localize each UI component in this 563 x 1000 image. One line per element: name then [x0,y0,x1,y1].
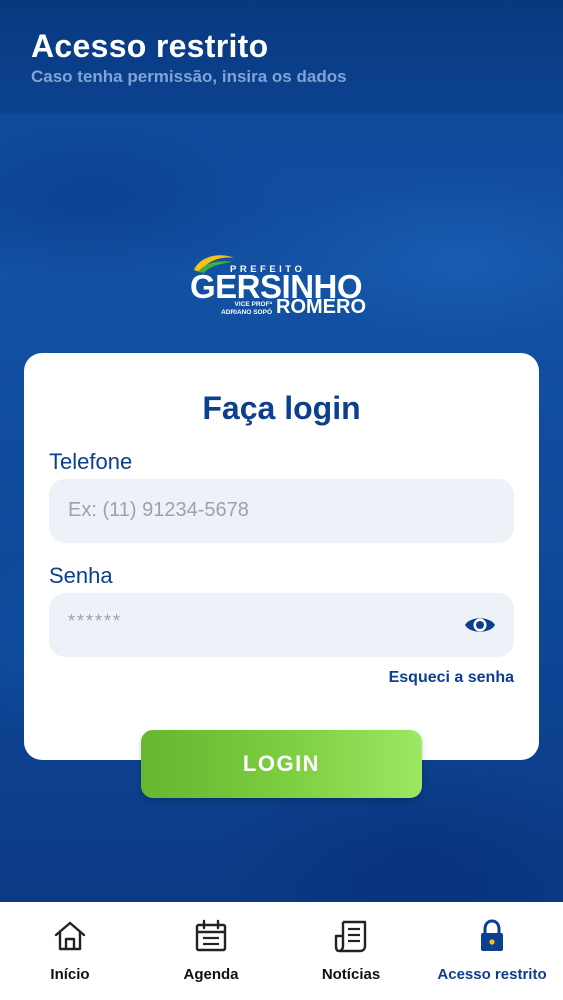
calendar-icon [195,919,227,952]
nav-label-noticias: Notícias [321,966,381,983]
logo-romero-text: ROMERO [276,296,366,318]
phone-label: Telefone [49,449,133,474]
page-subtitle: Caso tenha permissão, insira os dados [31,67,347,86]
nav-item-noticias[interactable]: Notícias [306,902,396,1000]
logo-vice-text: VICE PROFª ADRIANO SOPÓ [220,301,272,317]
forgot-password-link[interactable]: Esqueci a senha [389,669,514,687]
page-title: Acesso restrito [31,28,269,64]
nav-label-inicio: Início [50,966,90,983]
phone-input[interactable]: Ex: (11) 91234-5678 [49,479,514,543]
phone-placeholder: Ex: (11) 91234-5678 [68,499,249,521]
nav-item-acesso-restrito[interactable]: Acesso restrito [433,902,551,1000]
logo-vice-line1: VICE PROFª [234,301,272,308]
login-title: Faça login [202,390,361,426]
eye-icon[interactable] [464,613,496,637]
logo-vice-line2: ADRIANO SOPÓ [221,308,272,316]
password-placeholder: ****** [68,611,123,631]
password-label: Senha [49,563,113,588]
login-button[interactable]: LOGIN [141,730,422,798]
campaign-logo: PREFEITO GERSINHO VICE PROFª ADRIANO SOP… [190,250,375,320]
lock-icon [481,919,503,951]
nav-item-inicio[interactable]: Início [25,902,115,1000]
password-input[interactable]: ****** [49,593,514,657]
bottom-nav: Início Agenda Notícias Acesso restrito [0,902,563,1000]
page-header: Acesso restrito Caso tenha permissão, in… [0,0,563,114]
nav-item-agenda[interactable]: Agenda [166,902,256,1000]
nav-label-agenda: Agenda [183,966,239,983]
news-icon [334,920,367,953]
home-icon [54,921,86,951]
nav-label-acesso-restrito: Acesso restrito [437,966,547,983]
